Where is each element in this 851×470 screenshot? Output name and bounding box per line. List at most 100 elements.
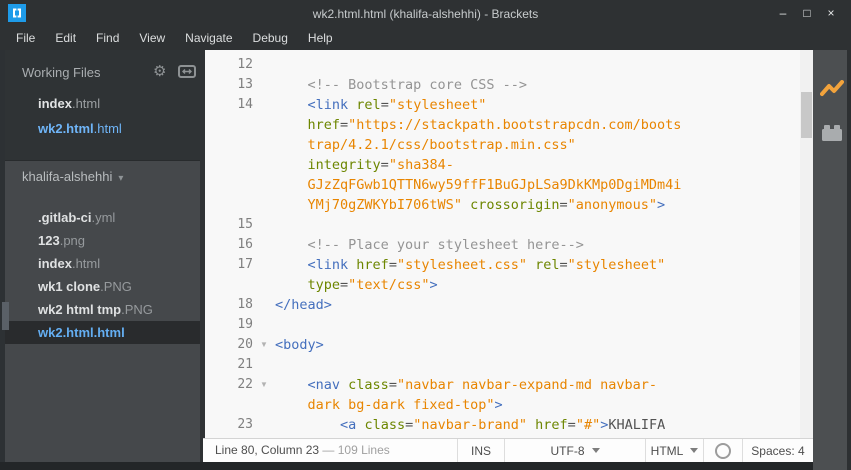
problems-indicator[interactable]	[703, 439, 742, 462]
code-line[interactable]: 17 <link href="stylesheet.css" rel="styl…	[205, 255, 800, 275]
indent-setting[interactable]: Spaces: 4	[742, 439, 813, 462]
menu-item-edit[interactable]: Edit	[45, 27, 86, 50]
menu-item-view[interactable]: View	[129, 27, 175, 50]
code-text	[275, 355, 800, 375]
fold-gutter	[253, 195, 275, 215]
code-line[interactable]: trap/4.2.1/css/bootstrap.min.css"	[205, 135, 800, 155]
status-bar: Line 80, Column 23 — 109 Lines INS UTF-8…	[203, 438, 813, 462]
code-line[interactable]: 21	[205, 355, 800, 375]
code-text: <link rel="stylesheet"	[307, 97, 487, 113]
language-selector[interactable]: HTML	[645, 439, 703, 462]
fold-marker-icon[interactable]: ▼	[253, 375, 275, 395]
menu-item-find[interactable]: Find	[86, 27, 129, 50]
project-file-item[interactable]: .gitlab-ci.yml	[0, 206, 200, 229]
code-text: trap/4.2.1/css/bootstrap.min.css"	[307, 137, 576, 153]
fold-gutter	[253, 255, 275, 275]
editor-scrollbar-thumb[interactable]	[801, 92, 812, 138]
window-title: wk2.html.html (khalifa-alshehhi) - Brack…	[312, 7, 539, 21]
menu-item-help[interactable]: Help	[298, 27, 343, 50]
sidebar: Working Files ⚙ index.html wk2.html.html …	[0, 50, 200, 470]
code-line[interactable]: GJzZqFGwb1QTTN6wy59ffF1BuGJpLSa9DkKMp0Dg…	[205, 175, 800, 195]
code-text: GJzZqFGwb1QTTN6wy59ffF1BuGJpLSa9DkKMp0Dg…	[307, 177, 682, 193]
code-line[interactable]: href="https://stackpath.bootstrapcdn.com…	[205, 115, 800, 135]
code-text: <!-- Bootstrap core CSS -->	[307, 77, 527, 93]
code-line[interactable]: 18 </head>	[205, 295, 800, 315]
line-number: 23	[237, 417, 253, 432]
code-line[interactable]: 16 <!-- Place your stylesheet here-->	[205, 235, 800, 255]
line-number	[205, 275, 253, 295]
code-text: <body>	[275, 337, 324, 353]
code-editor[interactable]: 12 13 <!-- Bootstrap core CSS --> 14 <link…	[205, 50, 800, 438]
insert-mode-indicator[interactable]: INS	[457, 439, 504, 462]
project-dropdown[interactable]: khalifa-alshehhi ▾	[22, 169, 123, 184]
code-line[interactable]: 20 ▼ <body>	[205, 335, 800, 355]
project-file-item[interactable]: wk2.html.html	[0, 321, 200, 344]
menu-bar: File Edit Find View Navigate Debug Help	[6, 27, 343, 50]
code-line[interactable]: 12	[205, 55, 800, 75]
code-line[interactable]: YMj70gZWKYbI706tWS" crossorigin="anonymo…	[205, 195, 800, 215]
line-number: 18	[237, 297, 253, 312]
project-file-item[interactable]: 123.png	[0, 229, 200, 252]
no-errors-icon	[715, 442, 731, 459]
line-number	[205, 175, 253, 195]
editor-scrollbar[interactable]	[800, 50, 813, 438]
encoding-value: UTF-8	[550, 443, 585, 458]
project-file-item[interactable]: index.html	[0, 252, 200, 275]
cursor-position: Line 80, Column 23	[215, 443, 323, 457]
code-line[interactable]: 23 <a class="navbar-brand" href="#">KHAL…	[205, 415, 800, 435]
fold-gutter	[253, 155, 275, 175]
line-number: 19	[237, 317, 253, 332]
working-file-item[interactable]: wk2.html.html	[0, 116, 200, 141]
code-line[interactable]: dark bg-dark fixed-top">	[205, 395, 800, 415]
code-text: href="https://stackpath.bootstrapcdn.com…	[307, 117, 682, 133]
menu-item-debug[interactable]: Debug	[243, 27, 298, 50]
code-text: type="text/css">	[307, 277, 438, 293]
code-line[interactable]: integrity="sha384-	[205, 155, 800, 175]
fold-gutter	[253, 275, 275, 295]
working-files-panel: Working Files ⚙ index.html wk2.html.html	[0, 50, 200, 161]
code-line[interactable]: 13 <!-- Bootstrap core CSS -->	[205, 75, 800, 95]
sidebar-scrollbar-thumb[interactable]	[2, 302, 9, 330]
fold-gutter	[253, 315, 275, 335]
line-number	[205, 135, 253, 155]
live-preview-icon[interactable]	[820, 80, 844, 103]
maximize-button[interactable]: □	[795, 4, 819, 22]
code-text: <a class="navbar-brand" href="#">KHALIFA	[340, 417, 666, 433]
extension-manager-icon[interactable]	[821, 125, 843, 147]
project-file-item[interactable]: wk2 html tmp.PNG	[0, 298, 200, 321]
minimize-button[interactable]: –	[771, 4, 795, 22]
split-view-icon[interactable]	[178, 65, 196, 84]
code-line[interactable]: 14 <link rel="stylesheet"	[205, 95, 800, 115]
project-file-item[interactable]: wk1 clone.PNG	[0, 275, 200, 298]
indent-label: Spaces:	[751, 443, 795, 458]
brackets-window: wk2.html.html (khalifa-alshehhi) - Brack…	[0, 0, 851, 470]
line-number: 13	[237, 77, 253, 92]
fold-marker-icon[interactable]: ▼	[253, 335, 275, 355]
encoding-selector[interactable]: UTF-8	[504, 439, 645, 462]
line-number	[205, 115, 253, 135]
project-file-tree: .gitlab-ci.yml 123.png index.html wk1 clone…	[0, 206, 200, 344]
code-text: <!-- Place your stylesheet here-->	[307, 237, 584, 253]
code-line[interactable]: 22 ▼ <nav class="navbar navbar-expand-md …	[205, 375, 800, 395]
code-line[interactable]: type="text/css">	[205, 275, 800, 295]
fold-gutter	[253, 75, 275, 95]
code-line[interactable]: 19	[205, 315, 800, 335]
line-number: 15	[237, 217, 253, 232]
fold-gutter	[253, 395, 275, 415]
chevron-down-icon: ▾	[118, 173, 124, 184]
chevron-down-icon	[591, 448, 600, 453]
gear-icon[interactable]: ⚙	[153, 62, 166, 80]
project-name: khalifa-alshehhi	[22, 169, 113, 184]
code-line[interactable]: 15	[205, 215, 800, 235]
menu-item-file[interactable]: File	[6, 27, 45, 50]
close-button[interactable]: ×	[819, 4, 843, 22]
line-number: 17	[237, 257, 253, 272]
menu-item-navigate[interactable]: Navigate	[175, 27, 242, 50]
indent-value: 4	[798, 443, 805, 458]
chevron-down-icon	[690, 448, 699, 453]
working-file-item[interactable]: index.html	[0, 91, 200, 116]
code-text: <nav class="navbar navbar-expand-md navb…	[307, 377, 658, 393]
code-text	[275, 215, 800, 235]
fold-gutter	[253, 295, 275, 315]
line-number	[205, 155, 253, 175]
